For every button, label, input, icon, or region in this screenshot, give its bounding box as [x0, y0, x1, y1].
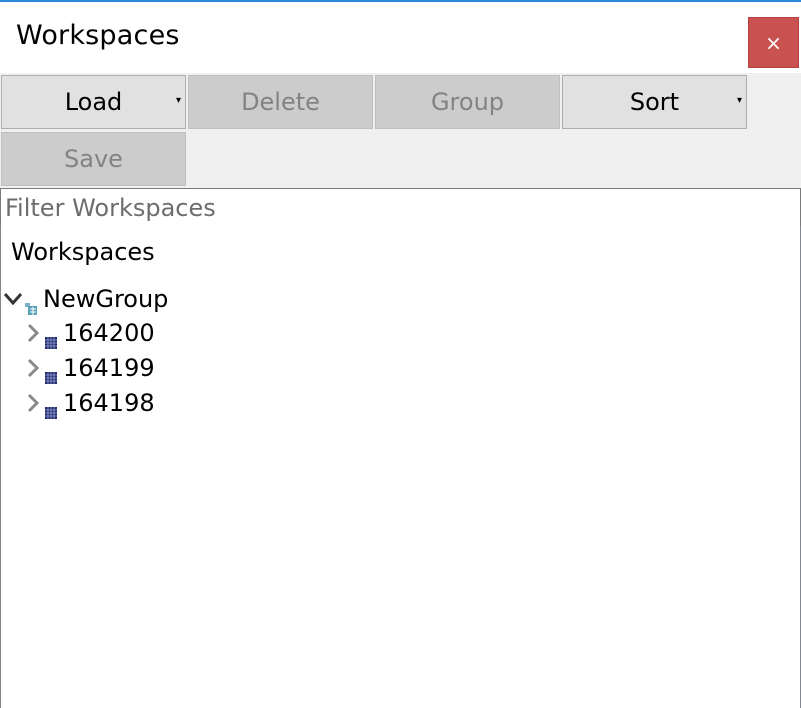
chevron-down-icon[interactable] — [2, 288, 24, 310]
workspaces-window: Workspaces × Load ▾ Delete Group Sort ▾ … — [0, 0, 801, 708]
load-button[interactable]: Load ▾ — [1, 75, 186, 129]
tree-item-row[interactable]: 164200 — [22, 317, 155, 349]
tree-item-label: 164199 — [63, 354, 155, 382]
save-button-label: Save — [64, 145, 123, 173]
load-dropdown-icon[interactable]: ▾ — [176, 96, 181, 106]
tree-item-row[interactable]: 164199 — [22, 352, 155, 384]
delete-button[interactable]: Delete — [188, 75, 373, 129]
group-button[interactable]: Group — [375, 75, 560, 129]
filter-workspaces-input[interactable] — [0, 188, 801, 227]
workspaces-tree[interactable]: Workspaces NewGroup 164200 164199 164198 — [0, 226, 801, 708]
matrix-workspace-icon — [45, 397, 57, 419]
delete-button-label: Delete — [241, 88, 320, 116]
sort-dropdown-icon[interactable]: ▾ — [737, 96, 742, 106]
chevron-right-icon[interactable] — [22, 392, 44, 414]
tree-item-label: 164198 — [63, 389, 155, 417]
tree-header: Workspaces — [11, 238, 155, 266]
chevron-right-icon[interactable] — [22, 357, 44, 379]
save-button[interactable]: Save — [1, 132, 186, 186]
tree-group-row[interactable]: NewGroup — [2, 283, 168, 315]
tree-item-row[interactable]: 164198 — [22, 387, 155, 419]
matrix-workspace-icon — [45, 327, 57, 349]
sort-button[interactable]: Sort ▾ — [562, 75, 747, 129]
close-icon: × — [765, 30, 782, 55]
matrix-workspace-icon — [45, 362, 57, 384]
close-button[interactable]: × — [748, 17, 799, 68]
group-folder-icon — [25, 293, 37, 315]
group-button-label: Group — [430, 88, 505, 116]
load-button-label: Load — [64, 88, 123, 116]
sort-button-label: Sort — [629, 88, 680, 116]
tree-group-label: NewGroup — [43, 285, 169, 313]
chevron-right-icon[interactable] — [22, 322, 44, 344]
window-title: Workspaces — [16, 20, 180, 51]
title-bar: Workspaces × — [0, 2, 801, 73]
tree-item-label: 164200 — [63, 319, 155, 347]
